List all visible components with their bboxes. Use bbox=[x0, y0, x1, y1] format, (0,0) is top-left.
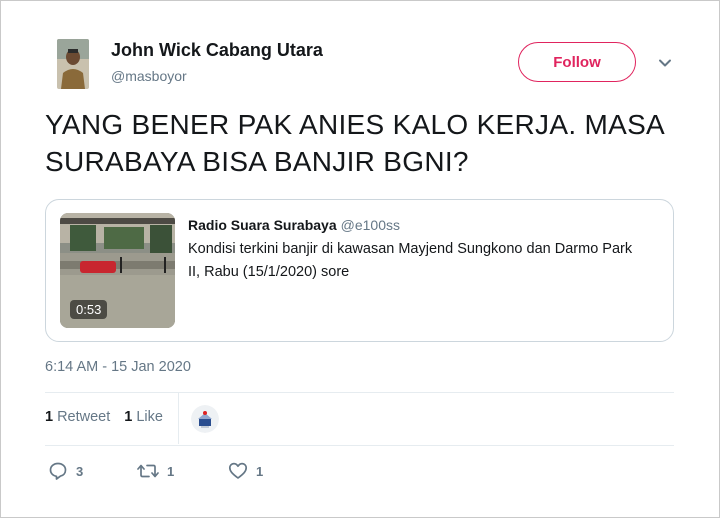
engagement-stats: 1 Retweet 1 Like bbox=[45, 409, 163, 425]
retweets-label: Retweet bbox=[57, 409, 111, 425]
reply-count: 3 bbox=[76, 463, 84, 479]
retweet-icon[interactable] bbox=[137, 461, 159, 481]
liker-avatar[interactable] bbox=[191, 405, 219, 433]
retweet-count: 1 bbox=[167, 463, 175, 479]
heart-icon[interactable] bbox=[228, 461, 248, 481]
follow-button[interactable]: Follow bbox=[518, 42, 636, 82]
tweet-timestamp[interactable]: 6:14 AM - 15 Jan 2020 bbox=[45, 359, 191, 375]
quoted-display-name[interactable]: Radio Suara Surabaya bbox=[188, 217, 337, 233]
author-display-name[interactable]: John Wick Cabang Utara bbox=[111, 40, 323, 61]
reply-action[interactable]: 3 bbox=[48, 461, 83, 481]
divider-bottom bbox=[45, 445, 674, 446]
tweet-text: YANG BENER PAK ANIES KALO KERJA. MASA SU… bbox=[45, 109, 664, 177]
reply-icon[interactable] bbox=[48, 461, 68, 481]
retweets-count: 1 bbox=[45, 409, 54, 425]
likes-count: 1 bbox=[124, 409, 133, 425]
quoted-text: Kondisi terkini banjir di kawasan Mayjen… bbox=[188, 241, 633, 280]
likes-stat[interactable]: 1 Like bbox=[124, 409, 163, 425]
divider-top bbox=[45, 392, 674, 393]
like-action[interactable]: 1 bbox=[228, 461, 263, 481]
author-avatar[interactable] bbox=[57, 39, 89, 89]
retweets-stat[interactable]: 1 Retweet bbox=[45, 409, 110, 425]
video-duration-badge: 0:53 bbox=[70, 300, 108, 319]
stats-separator bbox=[178, 393, 179, 444]
video-thumbnail[interactable]: 0:53 bbox=[60, 213, 175, 328]
likes-label: Like bbox=[136, 409, 163, 425]
quoted-author[interactable]: Radio Suara Surabaya @e100ss bbox=[188, 217, 400, 233]
author-handle[interactable]: @masboyor bbox=[111, 68, 187, 84]
retweet-action[interactable]: 1 bbox=[137, 461, 174, 481]
like-count: 1 bbox=[256, 463, 264, 479]
chevron-down-icon[interactable] bbox=[657, 55, 673, 71]
quoted-handle[interactable]: @e100ss bbox=[341, 217, 400, 233]
quoted-tweet-card[interactable]: 0:53 Radio Suara Surabaya @e100ss Kondisi… bbox=[45, 199, 674, 342]
